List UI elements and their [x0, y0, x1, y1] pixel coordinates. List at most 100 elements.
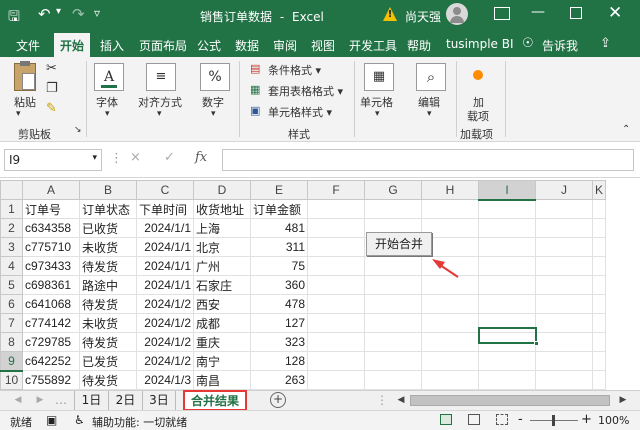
- cell-style-button[interactable]: 单元格样式 ▾: [268, 104, 332, 120]
- cell[interactable]: 360: [250, 275, 308, 295]
- cell[interactable]: [535, 351, 593, 371]
- cell[interactable]: [591, 199, 607, 219]
- cell[interactable]: 下单时间: [136, 199, 194, 219]
- tab-view[interactable]: 视图: [311, 37, 335, 54]
- cell[interactable]: [535, 237, 593, 257]
- cell[interactable]: [364, 256, 422, 276]
- row-header[interactable]: 5: [0, 275, 23, 295]
- cell[interactable]: 南宁: [193, 351, 251, 371]
- zoom-slider-thumb[interactable]: [552, 415, 555, 426]
- cell[interactable]: [535, 313, 593, 333]
- maximize-icon[interactable]: [570, 7, 582, 19]
- cell[interactable]: [307, 199, 365, 219]
- cancel-icon[interactable]: ×: [130, 150, 141, 165]
- tab-home[interactable]: 开始: [54, 33, 91, 57]
- cell[interactable]: 263: [250, 370, 308, 390]
- cell[interactable]: 重庆: [193, 332, 251, 352]
- number-button[interactable]: 数字: [202, 94, 224, 110]
- percent-icon[interactable]: %: [200, 63, 230, 91]
- cell[interactable]: 481: [250, 218, 308, 238]
- next-sheet-icon[interactable]: ▶: [34, 391, 46, 410]
- cell[interactable]: [591, 256, 607, 276]
- cell[interactable]: [591, 313, 607, 333]
- format-painter-icon[interactable]: ✎: [46, 101, 57, 116]
- cell[interactable]: [307, 294, 365, 314]
- cell[interactable]: [535, 218, 593, 238]
- cell[interactable]: c698361: [22, 275, 80, 295]
- paste-button[interactable]: 粘贴: [14, 94, 36, 110]
- tab-help[interactable]: 帮助: [407, 37, 431, 54]
- macro-record-icon[interactable]: ▣: [46, 413, 57, 427]
- zoom-in-button[interactable]: +: [581, 412, 592, 427]
- tab-review[interactable]: 审阅: [273, 37, 297, 54]
- row-header[interactable]: 1: [0, 199, 23, 219]
- row-header[interactable]: 4: [0, 256, 23, 276]
- conditional-format-icon[interactable]: ▤: [250, 62, 260, 75]
- close-icon[interactable]: ✕: [608, 3, 622, 23]
- table-format-button[interactable]: 套用表格格式 ▾: [268, 83, 343, 99]
- lightbulb-icon[interactable]: ☉: [522, 36, 534, 51]
- row-header[interactable]: 8: [0, 332, 23, 352]
- cell[interactable]: [591, 237, 607, 257]
- minimize-icon[interactable]: —: [531, 4, 545, 20]
- cell[interactable]: c755892: [22, 370, 80, 390]
- font-dropdown-icon[interactable]: ▾: [105, 109, 110, 119]
- align-button[interactable]: 对齐方式: [138, 94, 182, 110]
- cell[interactable]: [478, 275, 536, 295]
- cell[interactable]: [591, 275, 607, 295]
- number-dropdown-icon[interactable]: ▾: [211, 109, 216, 119]
- cell[interactable]: 待发货: [79, 294, 137, 314]
- cell[interactable]: 收货地址: [193, 199, 251, 219]
- cell[interactable]: [307, 218, 365, 238]
- column-header[interactable]: A: [22, 180, 80, 200]
- tab-developer[interactable]: 开发工具: [349, 37, 397, 54]
- cell[interactable]: 2024/1/1: [136, 275, 194, 295]
- cell[interactable]: 127: [250, 313, 308, 333]
- cell[interactable]: c973433: [22, 256, 80, 276]
- cell[interactable]: [421, 351, 479, 371]
- cell[interactable]: [535, 199, 593, 219]
- column-header[interactable]: I: [478, 180, 536, 201]
- copy-icon[interactable]: ❐: [46, 81, 58, 96]
- column-header[interactable]: J: [535, 180, 593, 200]
- cell[interactable]: 478: [250, 294, 308, 314]
- font-button[interactable]: 字体: [96, 94, 118, 110]
- zoom-out-button[interactable]: -: [518, 412, 523, 427]
- selected-cell[interactable]: [478, 327, 539, 346]
- paste-icon[interactable]: [14, 61, 36, 91]
- cell[interactable]: [478, 218, 536, 238]
- cell[interactable]: [364, 351, 422, 371]
- zoom-level[interactable]: 100%: [598, 414, 629, 427]
- cell[interactable]: [535, 332, 593, 352]
- cell[interactable]: [307, 313, 365, 333]
- dialog-launcher-icon[interactable]: ↘: [74, 125, 82, 135]
- addin-button-line2[interactable]: 载项: [467, 108, 489, 124]
- cell[interactable]: 323: [250, 332, 308, 352]
- row-header[interactable]: 9: [0, 351, 23, 372]
- sheet-tab[interactable]: 2日: [108, 391, 142, 410]
- cell[interactable]: 订单号: [22, 199, 80, 219]
- cell[interactable]: 南昌: [193, 370, 251, 390]
- tab-formulas[interactable]: 公式: [197, 37, 221, 54]
- cells-dropdown-icon[interactable]: ▾: [375, 109, 380, 119]
- tab-page-layout[interactable]: 页面布局: [139, 37, 187, 54]
- cell[interactable]: [307, 256, 365, 276]
- row-header[interactable]: 7: [0, 313, 23, 333]
- cell[interactable]: [478, 237, 536, 257]
- sheet-tab[interactable]: 3日: [142, 391, 176, 410]
- cell[interactable]: [307, 237, 365, 257]
- cell[interactable]: 订单状态: [79, 199, 137, 219]
- cell[interactable]: 2024/1/3: [136, 370, 194, 390]
- cell[interactable]: [535, 370, 593, 390]
- cell[interactable]: [364, 332, 422, 352]
- insert-function-icon[interactable]: fx: [195, 150, 207, 165]
- cell[interactable]: 待发货: [79, 370, 137, 390]
- font-icon[interactable]: A: [94, 63, 124, 91]
- undo-dropdown-icon[interactable]: ▾: [56, 6, 61, 17]
- redo-icon[interactable]: ↷: [72, 5, 85, 23]
- cells-icon[interactable]: ▦: [364, 63, 394, 91]
- edit-dropdown-icon[interactable]: ▾: [427, 109, 432, 119]
- cell[interactable]: 北京: [193, 237, 251, 257]
- column-header[interactable]: H: [421, 180, 479, 200]
- cell[interactable]: [478, 351, 536, 371]
